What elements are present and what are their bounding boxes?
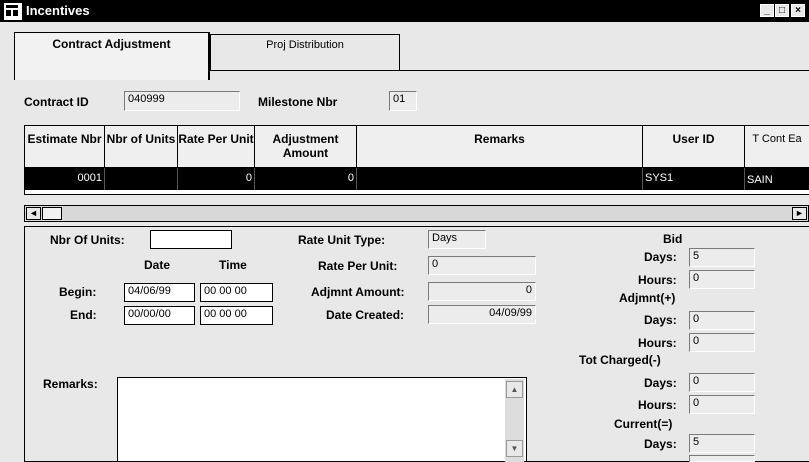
col-header-units[interactable]: Nbr of Units [105,126,178,168]
adj-days-label: Days: [644,313,677,327]
cur-days-label: Days: [644,437,677,451]
tab-contract-adjustment[interactable]: Contract Adjustment [14,32,210,80]
end-date-input[interactable]: 00/00/00 [124,306,195,325]
adj-hours-field[interactable]: 0 [689,333,755,352]
rate-per-unit-label: Rate Per Unit: [318,259,398,273]
col-header-t-cont[interactable]: T Cont Ea [745,126,809,168]
tab-proj-distribution[interactable]: Proj Distribution [210,34,400,70]
cell-remarks[interactable] [357,168,643,190]
cell-estimate[interactable]: 0001 [25,168,105,190]
scroll-thumb[interactable] [42,207,62,220]
tot-hours-field[interactable]: 0 [689,395,755,414]
bid-label: Bid [663,232,683,246]
tot-hours-label: Hours: [638,398,677,412]
col-header-estimate[interactable]: Estimate Nbr [25,126,105,168]
col-header-rate[interactable]: Rate Per Unit [178,126,255,168]
app-window-icon[interactable] [4,3,22,20]
tot-charged-label: Tot Charged(-) [579,353,661,367]
adj-days-field[interactable]: 0 [689,311,755,330]
bid-days-label: Days: [644,250,677,264]
begin-label: Begin: [59,285,97,299]
tab-strip: Contract Adjustment Proj Distribution [0,22,809,80]
scroll-left-icon[interactable]: ◄ [26,207,41,220]
scroll-right-icon[interactable]: ► [792,207,807,220]
col-header-user-id[interactable]: User ID [643,126,745,168]
bid-hours-field[interactable]: 0 [689,270,755,289]
cell-units[interactable] [105,168,178,190]
remarks-textarea[interactable] [117,377,527,462]
remarks-vertical-scrollbar[interactable]: ▲ ▼ [505,379,524,462]
remarks-label: Remarks: [43,377,98,391]
table-row[interactable]: 0001 0 0 SYS1 SAIN [25,168,809,190]
scroll-down-icon[interactable]: ▼ [506,440,523,457]
time-column-header: Time [219,258,247,272]
nbr-units-input[interactable] [150,230,232,249]
col-header-remarks[interactable]: Remarks [357,126,643,168]
maximize-button[interactable]: □ [775,4,789,17]
close-button[interactable]: × [791,4,805,17]
tot-days-field[interactable]: 0 [689,373,755,392]
milestone-field[interactable]: 01 [389,91,417,111]
adj-hours-label: Hours: [638,336,677,350]
bid-days-field[interactable]: 5 [689,248,755,267]
cell-adjustment[interactable]: 0 [255,168,357,190]
adjmnt-plus-label: Adjmnt(+) [619,291,676,305]
bid-hours-label: Hours: [638,273,677,287]
date-column-header: Date [144,258,171,272]
rate-per-unit-field[interactable]: 0 [428,256,536,275]
incentives-window: Incentives _ □ × Contract Adjustment Pro… [0,0,809,462]
end-label: End: [70,308,97,322]
cell-rate[interactable]: 0 [178,168,255,190]
cell-t-cont[interactable]: SAIN [745,168,809,190]
nbr-units-label: Nbr Of Units: [50,233,125,247]
col-header-adjustment[interactable]: Adjustment Amount [255,126,357,168]
begin-date-input[interactable]: 04/06/99 [124,283,195,302]
scroll-up-icon[interactable]: ▲ [506,381,523,398]
adjmnt-amount-field[interactable]: 0 [428,282,536,301]
cell-user-id[interactable]: SYS1 [643,168,745,190]
tab-label: Proj Distribution [266,39,344,51]
contract-id-field[interactable]: 040999 [124,91,240,111]
date-created-label: Date Created: [326,308,405,322]
contract-id-label: Contract ID [24,95,89,109]
rate-unit-type-label: Rate Unit Type: [298,233,386,247]
date-created-field[interactable]: 04/09/99 [428,305,536,324]
tab-label: Contract Adjustment [52,37,171,51]
title-bar[interactable]: Incentives _ □ × [0,0,809,22]
cur-hours-field[interactable] [689,455,755,462]
window-title: Incentives [26,3,90,18]
tab-divider [210,70,809,71]
tot-days-label: Days: [644,376,677,390]
rate-unit-type-field[interactable]: Days [428,230,486,249]
cur-days-field[interactable]: 5 [689,434,755,453]
end-time-input[interactable]: 00 00 00 [200,306,273,325]
begin-time-input[interactable]: 00 00 00 [200,283,273,302]
grid-horizontal-scrollbar[interactable]: ◄ ► [24,205,809,222]
minimize-button[interactable]: _ [760,4,774,17]
milestone-label: Milestone Nbr [258,95,338,109]
adjustment-grid: Estimate Nbr Nbr of Units Rate Per Unit … [24,125,809,195]
current-label: Current(=) [614,417,673,431]
adjmnt-amount-label: Adjmnt Amount: [311,285,405,299]
